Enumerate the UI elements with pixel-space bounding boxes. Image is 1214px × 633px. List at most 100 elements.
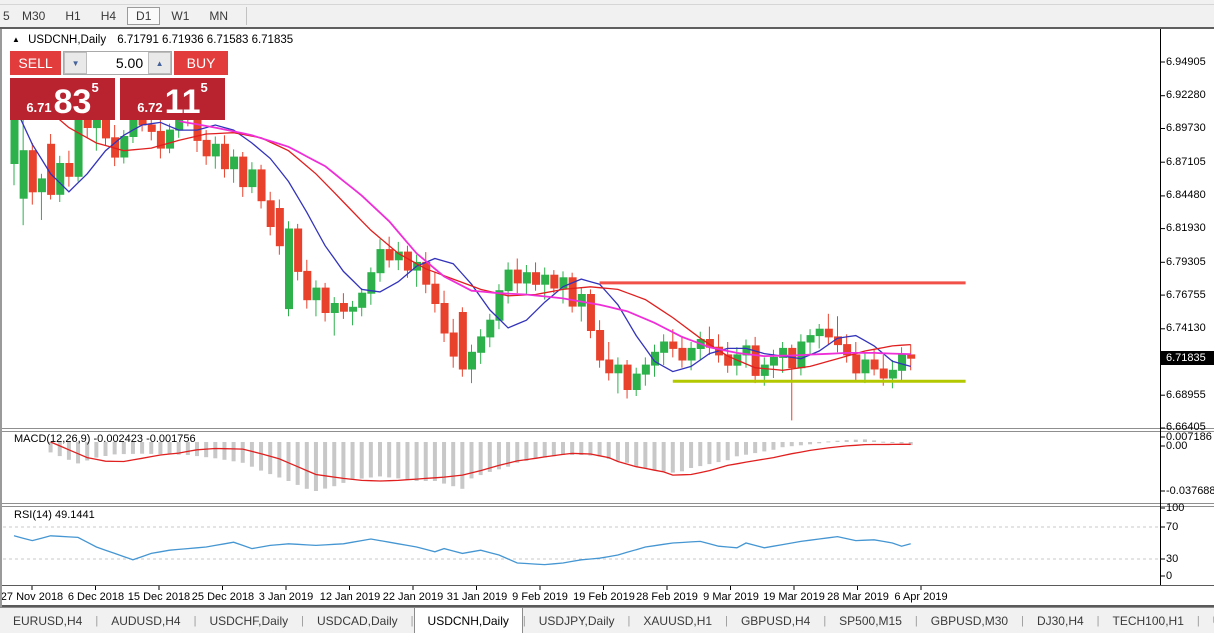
tab-gbpusd-h4[interactable]: GBPUSD,H4: [728, 608, 823, 633]
tab-ukoil-h[interactable]: UKOil,H: [1200, 608, 1214, 633]
timeframe-button-m30[interactable]: M30: [13, 7, 54, 25]
tab-eurusd-h4[interactable]: EURUSD,H4: [0, 608, 95, 633]
tab-usdjpy-daily[interactable]: USDJPY,Daily: [526, 608, 628, 633]
candle-body: [203, 140, 210, 155]
candle-body: [597, 331, 604, 361]
macd-histogram-bar: [698, 442, 702, 466]
candle-body: [642, 365, 649, 374]
chart-tab-bar: EURUSD,H4|AUDUSD,H4|USDCHF,Daily|USDCAD,…: [0, 607, 1214, 633]
candle-body: [450, 333, 457, 356]
indicator-line: [14, 536, 911, 565]
rsi-value: 49.1441: [55, 509, 95, 521]
candle-body: [514, 270, 521, 283]
macd-histogram-bar: [515, 442, 519, 463]
timeframe-button-d1[interactable]: D1: [127, 7, 160, 25]
macd-histogram-bar: [726, 442, 730, 460]
buy-price-display[interactable]: 6.72 11 5: [120, 78, 225, 120]
candle-body: [542, 275, 549, 284]
price-axis-label: 6.89730: [1166, 122, 1206, 135]
candle-body: [432, 284, 439, 303]
macd-histogram-bar: [424, 442, 428, 481]
sell-button[interactable]: SELL: [10, 51, 61, 75]
macd-scale-min: -0.037688: [1166, 485, 1214, 497]
macd-histogram-bar: [900, 442, 904, 443]
price-axis-label: 6.87105: [1166, 156, 1206, 169]
macd-histogram-bar: [405, 442, 409, 480]
window-left-border: [0, 29, 2, 607]
tab-dj30-h4[interactable]: DJ30,H4: [1024, 608, 1097, 633]
candle-body: [249, 170, 256, 187]
sell-price-main: 83: [54, 87, 92, 117]
macd-histogram-bar: [680, 442, 684, 471]
rsi-scale-0: 0: [1166, 570, 1172, 582]
candle-body: [505, 270, 512, 291]
sell-price-display[interactable]: 6.71 83 5: [10, 78, 115, 120]
volume-input[interactable]: 5.00: [87, 52, 148, 74]
macd-histogram-bar: [360, 442, 364, 479]
tab-audusd-h4[interactable]: AUDUSD,H4: [98, 608, 193, 633]
timeframe-button-h4[interactable]: H4: [92, 7, 125, 25]
candle-body: [908, 355, 915, 358]
timeframe-button-mn[interactable]: MN: [200, 7, 237, 25]
candle-body: [167, 130, 174, 148]
date-axis-label: 6 Apr 2019: [879, 591, 963, 603]
macd-scale-zero: 0.00: [1166, 440, 1187, 452]
macd-histogram-bar: [744, 442, 748, 455]
macd-histogram-bar: [332, 442, 336, 486]
volume-decrease-button[interactable]: ▼: [64, 52, 87, 74]
tab-xauusd-h1[interactable]: XAUUSD,H1: [630, 608, 725, 633]
candle-body: [615, 365, 622, 373]
macd-histogram-bar: [250, 442, 254, 467]
macd-histogram-bar: [625, 442, 629, 463]
buy-price-prefix: 6.72: [137, 100, 162, 115]
rsi-scale-100: 100: [1166, 502, 1184, 514]
sell-price-prefix: 6.71: [26, 100, 51, 115]
candle-body: [340, 304, 347, 312]
candle-body: [688, 348, 695, 360]
volume-increase-button[interactable]: ▲: [148, 52, 171, 74]
macd-histogram-bar: [817, 442, 821, 443]
macd-value: -0.002423: [93, 433, 143, 445]
candle-body: [679, 348, 686, 360]
one-click-trade-panel: SELL ▼ 5.00 ▲ BUY 6.71 83 5 6.72 11 5: [10, 51, 228, 120]
candle-body: [57, 164, 64, 195]
tab-sp500-m15[interactable]: SP500,M15: [826, 608, 915, 633]
rsi-scale-70: 70: [1166, 521, 1178, 533]
timeframe-button-w1[interactable]: W1: [162, 7, 198, 25]
candle-body: [331, 304, 338, 313]
timeframe-button-5[interactable]: 5: [1, 7, 11, 25]
current-price-tag: 6.71835: [1161, 351, 1214, 365]
macd-histogram-bar: [314, 442, 318, 491]
candle-body: [899, 355, 906, 370]
tab-usdchf-daily[interactable]: USDCHF,Daily: [196, 608, 301, 633]
macd-histogram-bar: [460, 442, 464, 489]
macd-histogram-bar: [561, 442, 565, 455]
macd-histogram-bar: [845, 440, 849, 442]
tab-gbpusd-m30[interactable]: GBPUSD,M30: [918, 608, 1021, 633]
macd-histogram-bar: [707, 442, 711, 464]
candle-body: [304, 271, 311, 299]
candle-body: [295, 229, 302, 271]
tab-tech100-h1[interactable]: TECH100,H1: [1100, 608, 1197, 633]
buy-button[interactable]: BUY: [174, 51, 228, 75]
macd-histogram-bar: [808, 442, 812, 444]
macd-histogram-bar: [323, 442, 327, 489]
tab-usdcad-daily[interactable]: USDCAD,Daily: [304, 608, 411, 633]
macd-histogram-bar: [415, 442, 419, 481]
macd-histogram-bar: [213, 442, 217, 458]
rsi-name: RSI(14): [14, 509, 52, 521]
macd-histogram-bar: [616, 442, 620, 461]
candle-body: [212, 144, 219, 156]
candle-body: [853, 355, 860, 373]
candle-body: [606, 360, 613, 373]
volume-stepper: ▼ 5.00 ▲: [63, 51, 172, 75]
collapse-triangle-icon[interactable]: ▲: [12, 35, 20, 44]
macd-histogram-bar: [305, 442, 309, 489]
timeframe-button-h1[interactable]: H1: [56, 7, 89, 25]
macd-histogram-bar: [836, 441, 840, 442]
price-axis-label: 6.68955: [1166, 389, 1206, 402]
chart-symbol-title: USDCNH,Daily: [28, 34, 106, 46]
macd-name: MACD(12,26,9): [14, 433, 90, 445]
tab-usdcnh-daily[interactable]: USDCNH,Daily: [414, 608, 523, 633]
candle-body: [478, 337, 485, 352]
